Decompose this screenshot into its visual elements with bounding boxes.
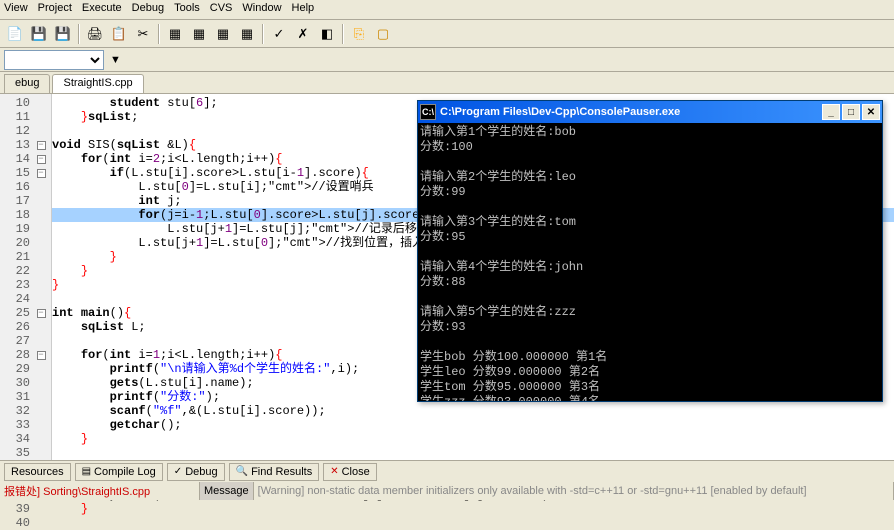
code-line-34[interactable]: } xyxy=(52,432,894,446)
compile-run-icon[interactable]: ▦ xyxy=(212,23,234,45)
gutter: 10111213−14−15−16171819202122232425−2627… xyxy=(0,94,52,474)
menu-bar: View Project Execute Debug Tools CVS Win… xyxy=(0,0,894,20)
cut-icon[interactable]: ✂ xyxy=(132,23,154,45)
run-icon[interactable]: ▦ xyxy=(188,23,210,45)
compile-icon[interactable]: ▦ xyxy=(164,23,186,45)
tab-debug-partial[interactable]: ebug xyxy=(4,74,50,93)
rebuild-icon[interactable]: ▦ xyxy=(236,23,258,45)
goto-icon[interactable]: ▢ xyxy=(372,23,394,45)
tab-debug-bottom[interactable]: ✓Debug xyxy=(167,463,225,481)
tab-find-results[interactable]: 🔍Find Results xyxy=(229,463,320,481)
minimize-button[interactable]: _ xyxy=(822,104,840,120)
menu-cvs[interactable]: CVS xyxy=(210,2,233,17)
debug-icon[interactable]: ✓ xyxy=(268,23,290,45)
save-icon[interactable]: 💾 xyxy=(28,23,50,45)
page-icon[interactable]: 📋 xyxy=(108,23,130,45)
stop-icon[interactable]: ✗ xyxy=(292,23,314,45)
exit-icon[interactable]: ⎘ xyxy=(348,23,370,45)
console-output: 请输入第1个学生的姓名:bob分数:100 请输入第2个学生的姓名:leo分数:… xyxy=(418,123,882,401)
code-line-33[interactable]: getchar(); xyxy=(52,418,894,432)
toolbar-2: ▼ xyxy=(0,48,894,72)
close-button[interactable]: ✕ xyxy=(862,104,880,120)
message-header: Message xyxy=(200,482,254,500)
menu-help[interactable]: Help xyxy=(292,2,315,17)
console-title-text: C:\Program Files\Dev-Cpp\ConsolePauser.e… xyxy=(440,106,680,118)
maximize-button[interactable]: □ xyxy=(842,104,860,120)
menu-window[interactable]: Window xyxy=(242,2,281,17)
profile-icon[interactable]: ◧ xyxy=(316,23,338,45)
save-all-icon[interactable]: 💾 xyxy=(52,23,74,45)
function-combo[interactable] xyxy=(4,50,104,70)
tab-straightis[interactable]: StraightIS.cpp xyxy=(52,74,143,93)
code-line-39[interactable]: } xyxy=(52,502,894,516)
menu-execute[interactable]: Execute xyxy=(82,2,122,17)
tab-bar: ebug StraightIS.cpp xyxy=(0,72,894,94)
console-window[interactable]: C:\ C:\Program Files\Dev-Cpp\ConsolePaus… xyxy=(417,100,883,402)
console-icon: C:\ xyxy=(420,104,436,120)
tab-close[interactable]: ✕Close xyxy=(323,463,377,481)
console-titlebar[interactable]: C:\ C:\Program Files\Dev-Cpp\ConsolePaus… xyxy=(418,101,882,123)
code-line-40[interactable] xyxy=(52,516,894,530)
toolbar: 📄 💾 💾 🖨 📋 ✂ ▦ ▦ ▦ ▦ ✓ ✗ ◧ ⎘ ▢ xyxy=(0,20,894,48)
tab-compile-log[interactable]: ▤Compile Log xyxy=(75,463,163,481)
menu-debug[interactable]: Debug xyxy=(132,2,164,17)
tab-resources[interactable]: Resources xyxy=(4,463,71,481)
code-line-32[interactable]: scanf("%f",&(L.stu[i].score)); xyxy=(52,404,894,418)
message-bar: 报错处] Sorting\StraightIS.cpp Message [War… xyxy=(0,482,894,500)
menu-view[interactable]: View xyxy=(4,2,28,17)
menu-tools[interactable]: Tools xyxy=(174,2,200,17)
message-file: 报错处] Sorting\StraightIS.cpp xyxy=(0,482,200,500)
menu-project[interactable]: Project xyxy=(38,2,72,17)
message-text: [Warning] non-static data member initial… xyxy=(254,482,894,500)
new-file-icon[interactable]: 📄 xyxy=(4,23,26,45)
print-icon[interactable]: 🖨 xyxy=(84,23,106,45)
code-line-35[interactable] xyxy=(52,446,894,460)
bottom-tabs: Resources ▤Compile Log ✓Debug 🔍Find Resu… xyxy=(0,460,894,482)
